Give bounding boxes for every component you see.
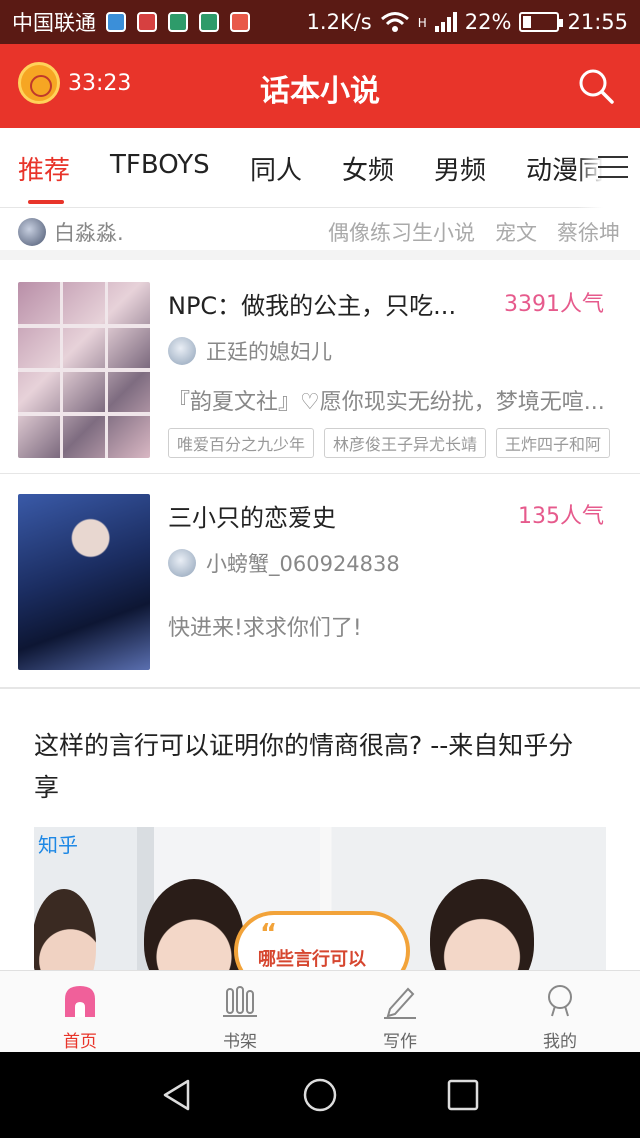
nav-label: 我的 (543, 1032, 577, 1052)
nav-profile[interactable]: 我的 (480, 971, 640, 1052)
story-tag[interactable]: 林彦俊王子异尤长靖 (324, 428, 487, 458)
story-card[interactable]: 三小只的恋爱史 135人气 小螃蟹_060924838 快进来!求求你们了! (0, 474, 640, 688)
bottom-nav: 首页 书架 写作 我的 (0, 970, 640, 1052)
person-image (144, 879, 244, 970)
article-title[interactable]: 这样的言行可以证明你的情商很高? --来自知乎分享 (34, 725, 594, 809)
network-speed: 1.2K/s (306, 10, 372, 34)
story-popularity: 135人气 (518, 504, 604, 529)
back-icon[interactable] (160, 1078, 194, 1112)
battery-percent: 22% (464, 10, 512, 34)
hot-tag[interactable]: 蔡徐坤 (557, 217, 620, 247)
carrier-name: 中国联通 (12, 11, 96, 35)
video-app-icon (137, 12, 157, 32)
battery-icon (519, 12, 564, 32)
story-cover[interactable] (18, 282, 150, 458)
clock: 21:55 (567, 10, 628, 34)
author-name: 小螃蟹_060924838 (206, 552, 400, 576)
story-description: 快进来!求求你们了! (168, 616, 362, 641)
battery-fill (523, 16, 531, 28)
strip-username[interactable]: 白淼淼. (54, 217, 124, 247)
nav-bookshelf[interactable]: 书架 (160, 971, 320, 1052)
status-bar: 中国联通 1.2K/s H 22% 21:55 (0, 0, 640, 44)
article-image[interactable]: 知乎 “ 哪些言行可以 (34, 827, 606, 970)
security-app-icon (199, 12, 219, 32)
author-avatar (168, 549, 196, 577)
article-card[interactable]: 这样的言行可以证明你的情商很高? --来自知乎分享 知乎 “ 哪些言行可以 (0, 688, 640, 970)
nav-label: 书架 (223, 1032, 257, 1052)
avatar[interactable] (18, 218, 46, 246)
zhihu-label: 知乎 (38, 833, 78, 857)
app-header: 33:23 话本小说 (0, 44, 640, 128)
bookshelf-icon (223, 986, 257, 1017)
story-tags: 唯爱百分之九少年 林彦俊王子异尤长靖 王炸四子和阿 (168, 428, 640, 458)
story-author[interactable]: 小螃蟹_060924838 (168, 548, 400, 578)
story-title[interactable]: NPC：做我的公主，只吃... (168, 286, 456, 321)
signal-icon (434, 12, 457, 32)
recents-icon[interactable] (446, 1078, 480, 1112)
tab-recommend[interactable]: 推荐 (18, 150, 70, 187)
tab-tfboys[interactable]: TFBOYS (110, 150, 210, 180)
pen-icon (384, 987, 416, 1019)
tag-strip: 白淼淼. 偶像练习生小说 宠文 蔡徐坤 (0, 208, 640, 260)
tab-male[interactable]: 男频 (434, 150, 486, 187)
hot-tag[interactable]: 偶像练习生小说 (328, 217, 475, 247)
story-tag[interactable]: 唯爱百分之九少年 (168, 428, 315, 458)
shield-app-icon (168, 12, 188, 32)
tab-fanfic[interactable]: 同人 (250, 150, 302, 187)
home-button-icon[interactable] (303, 1078, 337, 1112)
profile-icon (548, 985, 572, 1017)
nav-write[interactable]: 写作 (320, 971, 480, 1052)
nav-home[interactable]: 首页 (0, 971, 160, 1052)
story-cover[interactable] (18, 494, 150, 670)
nav-label: 首页 (63, 1032, 97, 1052)
weibo-app-icon (230, 12, 250, 32)
person-image (34, 889, 96, 970)
tab-female[interactable]: 女频 (342, 150, 394, 187)
story-card[interactable]: NPC：做我的公主，只吃... 3391人气 正廷的媳妇儿 『韵夏文社』♡愿你现… (0, 262, 640, 474)
message-app-icon (106, 12, 126, 32)
category-tabs: 推荐 TFBOYS 同人 女频 男频 动漫同 (0, 128, 640, 208)
nav-label: 写作 (383, 1032, 417, 1052)
system-nav-bar (0, 1052, 640, 1138)
image-caption: 哪些言行可以 (258, 949, 366, 970)
story-description: 『韵夏文社』♡愿你现实无纷扰，梦境无喧... (168, 390, 605, 415)
network-type: H (417, 16, 427, 30)
home-icon (65, 986, 95, 1017)
story-title[interactable]: 三小只的恋爱史 (168, 498, 336, 533)
wifi-icon (380, 12, 409, 32)
search-icon[interactable] (578, 68, 614, 104)
hot-tags: 偶像练习生小说 宠文 蔡徐坤 (328, 217, 620, 247)
author-avatar (168, 337, 196, 365)
story-tag[interactable]: 王炸四子和阿 (496, 428, 611, 458)
story-popularity: 3391人气 (504, 292, 604, 317)
hot-tag[interactable]: 宠文 (495, 217, 537, 247)
person-image (430, 879, 534, 970)
active-tab-indicator (28, 200, 64, 204)
story-author[interactable]: 正廷的媳妇儿 (168, 336, 332, 366)
app-title: 话本小说 (260, 74, 380, 109)
author-name: 正廷的媳妇儿 (206, 340, 332, 364)
menu-icon[interactable] (598, 156, 628, 180)
